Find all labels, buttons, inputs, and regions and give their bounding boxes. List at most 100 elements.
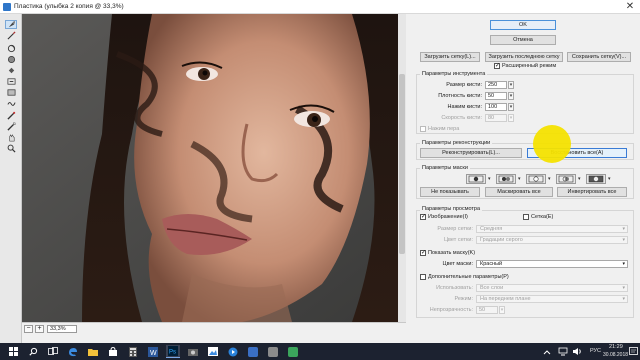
app-icon-gray[interactable] xyxy=(266,345,280,358)
mode-label: Режим: xyxy=(454,296,474,302)
hand-tool-icon[interactable] xyxy=(5,133,17,142)
clock-time[interactable]: 21:29 xyxy=(609,344,623,350)
forward-warp-tool-icon[interactable] xyxy=(5,20,17,29)
push-left-tool-icon[interactable] xyxy=(5,77,17,86)
search-icon[interactable] xyxy=(26,345,40,358)
mesh-size-value: Средняя xyxy=(480,226,503,232)
notification-center-icon[interactable] xyxy=(626,345,640,358)
volume-icon[interactable] xyxy=(570,345,584,358)
reconstruct-button[interactable]: Реконструировать(L)... xyxy=(420,148,522,158)
advanced-mode-checkbox[interactable]: ✓ xyxy=(494,63,500,69)
brush-density-label: Плотность кисти: xyxy=(438,93,482,99)
mask-color-select[interactable]: Красный ▾ xyxy=(476,260,628,268)
mode-value: На переднем плане xyxy=(480,296,531,302)
chevron-down-icon: ▾ xyxy=(622,296,625,302)
brush-density-dropdown-icon[interactable]: ▾ xyxy=(508,92,514,100)
chevron-up-icon[interactable] xyxy=(540,345,554,358)
freeze-mask-tool-icon[interactable] xyxy=(5,111,17,120)
brush-density-field[interactable]: 50 xyxy=(485,92,507,100)
zoom-in-button[interactable]: + xyxy=(35,325,44,333)
show-mask-label: Показать маску(K) xyxy=(428,250,476,256)
app-icon-blue[interactable] xyxy=(246,345,260,358)
reconstruct-tool-icon[interactable] xyxy=(5,31,17,40)
pucker-tool-icon[interactable] xyxy=(5,55,17,64)
mask-add-icon[interactable] xyxy=(496,174,516,184)
opacity-field: 50 xyxy=(476,306,498,314)
liquify-canvas[interactable] xyxy=(22,14,406,322)
use-value: Все слои xyxy=(480,285,504,291)
reconstruct-options-title: Параметры реконструкции xyxy=(420,140,493,146)
twirl-tool-icon[interactable] xyxy=(5,44,17,53)
ok-button[interactable]: OK xyxy=(490,20,556,30)
mirror-tool-icon[interactable] xyxy=(5,88,17,97)
mask-add-arrow-icon[interactable]: ▾ xyxy=(518,176,521,182)
view-options-title: Параметры просмотра xyxy=(420,206,483,212)
show-mesh-checkbox[interactable] xyxy=(523,214,529,220)
brush-pressure-field[interactable]: 100 xyxy=(485,103,507,111)
mesh-color-value: Градации серого xyxy=(480,237,523,243)
load-mesh-button[interactable]: Загрузить сетку(L)... xyxy=(420,52,480,62)
chevron-down-icon: ▾ xyxy=(622,261,625,267)
chevron-down-icon: ▾ xyxy=(622,285,625,291)
zoom-level-field[interactable]: 33,3% xyxy=(47,325,77,333)
task-view-icon[interactable] xyxy=(46,345,60,358)
vertical-scrollbar[interactable] xyxy=(398,14,406,322)
brush-size-label: Размер кисти: xyxy=(446,82,482,88)
invert-all-button[interactable]: Инвертировать все xyxy=(557,187,627,197)
word-icon[interactable]: W xyxy=(146,345,160,358)
close-button[interactable]: ✕ xyxy=(624,1,636,13)
brush-size-dropdown-icon[interactable]: ▾ xyxy=(508,81,514,89)
load-last-mesh-button[interactable]: Загрузить последнюю сетку xyxy=(485,52,563,62)
network-icon[interactable] xyxy=(556,345,570,358)
media-player-icon[interactable] xyxy=(226,345,240,358)
windows-start-icon[interactable] xyxy=(6,345,20,358)
mask-invert-arrow-icon[interactable]: ▾ xyxy=(608,176,611,182)
thaw-mask-tool-icon[interactable] xyxy=(5,122,17,131)
mask-color-label: Цвет маски: xyxy=(442,261,473,267)
zoom-out-button[interactable]: − xyxy=(24,325,33,333)
app-icon-green[interactable] xyxy=(286,345,300,358)
mask-color-value: Красный xyxy=(480,261,503,267)
mask-replace-icon[interactable] xyxy=(466,174,486,184)
calculator-icon[interactable] xyxy=(126,345,140,358)
file-explorer-icon[interactable] xyxy=(86,345,100,358)
edge-browser-icon[interactable] xyxy=(66,345,80,358)
chevron-down-icon: ▾ xyxy=(622,237,625,243)
turbulence-tool-icon[interactable] xyxy=(5,99,17,108)
show-image-checkbox[interactable]: ✓ xyxy=(420,214,426,220)
save-mesh-button[interactable]: Сохранить сетку(V)... xyxy=(567,52,631,62)
zoom-tool-icon[interactable] xyxy=(5,144,17,153)
stylus-pressure-checkbox xyxy=(420,126,426,132)
tool-options-title: Параметры инструмента xyxy=(420,71,488,77)
opacity-dropdown-icon: ▾ xyxy=(499,306,505,314)
store-icon[interactable] xyxy=(106,345,120,358)
tool-strip xyxy=(0,14,22,343)
scrollbar-thumb[interactable] xyxy=(399,74,405,254)
portrait-image xyxy=(22,14,405,322)
clock-date[interactable]: 30.08.2018 xyxy=(603,352,628,358)
input-language[interactable]: РУС xyxy=(590,348,601,354)
svg-text:Ps: Ps xyxy=(169,350,176,356)
mask-intersect-arrow-icon[interactable]: ▾ xyxy=(578,176,581,182)
bloat-tool-icon[interactable] xyxy=(5,66,17,75)
mask-invert-icon[interactable] xyxy=(586,174,606,184)
mask-all-button[interactable]: Маскировать все xyxy=(485,187,553,197)
show-backdrop-checkbox[interactable] xyxy=(420,274,426,280)
brush-size-field[interactable]: 250 xyxy=(485,81,507,89)
photos-app-icon[interactable] xyxy=(206,345,220,358)
mask-options-title: Параметры маски xyxy=(420,165,470,171)
mask-replace-arrow-icon[interactable]: ▾ xyxy=(488,176,491,182)
mask-subtract-icon[interactable] xyxy=(526,174,546,184)
cancel-button[interactable]: Отмена xyxy=(490,35,556,45)
mask-intersect-icon[interactable] xyxy=(556,174,576,184)
window-title: Пластика (улыбка 2 копия @ 33,3%) xyxy=(14,3,124,10)
brush-pressure-dropdown-icon[interactable]: ▾ xyxy=(508,103,514,111)
show-image-label: Изображение(I) xyxy=(428,214,468,220)
mask-subtract-arrow-icon[interactable]: ▾ xyxy=(548,176,551,182)
camera-app-icon[interactable] xyxy=(186,345,200,358)
photoshop-icon[interactable]: Ps xyxy=(166,345,180,358)
mask-none-button[interactable]: Не показывать xyxy=(420,187,480,197)
show-mask-checkbox[interactable]: ✓ xyxy=(420,250,426,256)
use-label: Использовать: xyxy=(436,285,473,291)
advanced-mode-label: Расширенный режим xyxy=(502,63,557,69)
